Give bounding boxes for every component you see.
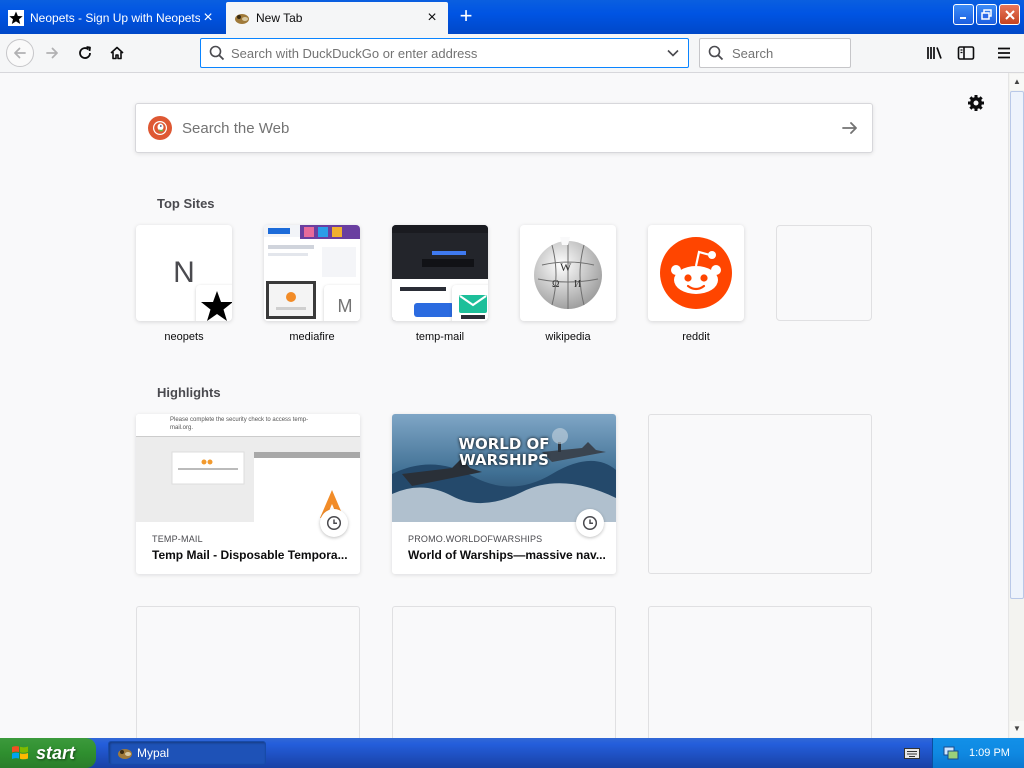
clock: 1:09 PM (969, 747, 1010, 759)
minimize-button[interactable] (953, 4, 974, 25)
highlight-placeholder (136, 606, 360, 738)
back-arrow-icon (14, 47, 26, 59)
svg-text:Ω: Ω (552, 279, 559, 290)
window-controls (953, 4, 1020, 25)
site-label: reddit (682, 331, 710, 343)
top-site-mediafire[interactable]: M mediafire (264, 225, 360, 343)
top-site-neopets[interactable]: N neopets (136, 225, 232, 343)
star-icon (196, 285, 232, 321)
taskbar-item-label: Mypal (137, 746, 170, 760)
site-label: temp-mail (415, 331, 465, 343)
close-window-button[interactable] (999, 4, 1020, 25)
site-tile[interactable]: M (264, 225, 360, 321)
home-button[interactable] (103, 39, 131, 67)
new-tab-page: Search the Web Top Sites N neopets M med… (0, 73, 1008, 738)
address-bar[interactable]: Search with DuckDuckGo or enter address (200, 38, 689, 68)
svg-text:W: W (560, 260, 572, 274)
highlight-placeholder (392, 606, 616, 738)
sidebar-icon[interactable] (956, 43, 976, 63)
tab-strip: Neopets - Sign Up with Neopets (S × New … (0, 0, 1024, 34)
wikipedia-globe-icon: W Ω И (534, 237, 602, 309)
highlight-preview-text: Please complete the security check to ac… (170, 417, 309, 431)
site-tile[interactable] (392, 225, 488, 321)
reload-button[interactable] (71, 39, 99, 67)
star-icon (8, 10, 24, 26)
clock-icon (576, 509, 604, 537)
taskbar-item-mypal[interactable]: Mypal (108, 741, 266, 765)
clock-icon (320, 509, 348, 537)
site-tile-placeholder[interactable] (776, 225, 872, 321)
duckduckgo-icon (148, 116, 172, 140)
reload-icon (79, 46, 91, 59)
site-tile[interactable]: W Ω И (520, 225, 616, 321)
site-tile[interactable] (648, 225, 744, 321)
world-of-warships-logo: WORLD OF WARSHIPS (458, 435, 550, 469)
top-site-wikipedia[interactable]: W Ω И wikipedia (520, 225, 616, 343)
tab-title: Neopets - Sign Up with Neopets (S (30, 11, 200, 25)
restore-button[interactable] (976, 4, 997, 25)
vertical-scrollbar[interactable]: ▲ ▼ (1008, 73, 1024, 738)
svg-text:И: И (574, 279, 581, 290)
scrollbar-thumb[interactable] (1010, 91, 1024, 599)
hamburger-menu-icon[interactable] (994, 43, 1014, 63)
top-site-empty[interactable] (776, 225, 872, 331)
top-site-temp-mail[interactable]: temp-mail (392, 225, 488, 343)
network-icon[interactable] (943, 745, 959, 761)
search-icon (708, 45, 724, 61)
search-box[interactable]: Search (699, 38, 851, 68)
address-placeholder: Search with DuckDuckGo or enter address (231, 45, 478, 61)
temp-mail-badge (452, 285, 488, 321)
highlight-title: Temp Mail - Disposable Tempora... (152, 548, 348, 562)
scroll-down-arrow-icon[interactable]: ▼ (1010, 721, 1024, 737)
search-placeholder: Search (732, 45, 774, 61)
highlights-heading: Highlights (157, 385, 221, 400)
arrow-right-icon[interactable] (840, 118, 860, 138)
close-tab-icon[interactable]: × (200, 10, 216, 26)
navigation-toolbar: Search with DuckDuckGo or enter address … (0, 34, 1024, 73)
highlight-placeholder (648, 414, 872, 574)
mypal-icon (118, 749, 132, 759)
site-label: wikipedia (545, 331, 591, 343)
system-tray: 1:09 PM (932, 738, 1024, 768)
site-tile[interactable]: N (136, 225, 232, 321)
library-icon[interactable] (925, 43, 945, 63)
web-search-box[interactable]: Search the Web (135, 103, 873, 153)
site-label: neopets (164, 331, 204, 343)
chevron-down-icon[interactable] (666, 46, 680, 60)
site-letter: N (173, 256, 195, 289)
windows-logo-icon (12, 746, 28, 760)
start-label: start (36, 742, 76, 763)
highlight-thumbnail: Please complete the security check to ac… (136, 414, 360, 522)
highlight-placeholder (648, 606, 872, 738)
keyboard-icon[interactable] (904, 746, 920, 760)
back-button[interactable] (6, 39, 34, 67)
top-sites-heading: Top Sites (157, 196, 215, 211)
search-icon (209, 45, 225, 61)
forward-button[interactable] (38, 39, 66, 67)
start-button[interactable]: start (0, 738, 96, 768)
tab-new-tab[interactable]: New Tab × (226, 2, 448, 34)
top-site-reddit[interactable]: reddit (648, 225, 744, 343)
tab-neopets[interactable]: Neopets - Sign Up with Neopets (S × (0, 2, 224, 34)
mypal-icon (234, 10, 250, 26)
highlight-card-temp-mail[interactable]: Please complete the security check to ac… (136, 414, 360, 574)
scroll-up-arrow-icon[interactable]: ▲ (1010, 74, 1024, 90)
highlight-source: TEMP-MAIL (152, 534, 203, 544)
gear-icon[interactable] (966, 93, 986, 113)
home-icon (110, 46, 124, 60)
highlight-source: PROMO.WORLDOFWARSHIPS (408, 534, 543, 544)
highlight-card-worldofwarships[interactable]: WORLD OF WARSHIPS PROMO.WORLDOFWARSHIPS … (392, 414, 616, 574)
tab-title: New Tab (256, 11, 303, 25)
forward-arrow-icon (46, 47, 58, 59)
reddit-icon (660, 237, 732, 309)
new-tab-button[interactable]: + (452, 4, 480, 30)
highlight-title: World of Warships—massive nav... (408, 548, 606, 562)
site-label: mediafire (289, 331, 335, 343)
web-search-placeholder: Search the Web (182, 119, 290, 137)
mediafire-badge: M (324, 285, 360, 321)
taskbar: start Mypal 1:09 PM (0, 738, 1024, 768)
close-tab-icon[interactable]: × (424, 10, 440, 26)
highlight-thumbnail: WORLD OF WARSHIPS (392, 414, 616, 522)
